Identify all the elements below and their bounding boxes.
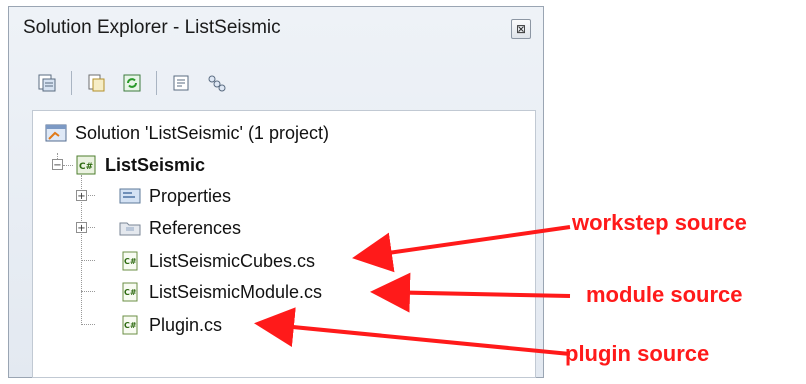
annotation-workstep-source: workstep source (572, 210, 747, 235)
arrow-module (370, 272, 571, 313)
annotation-plugin-source: plugin source (565, 341, 710, 366)
arrow-workstep (352, 225, 571, 273)
annotation-arrows (254, 225, 571, 356)
annotation-module-source: module source (586, 282, 743, 307)
arrow-plugin (254, 307, 571, 356)
